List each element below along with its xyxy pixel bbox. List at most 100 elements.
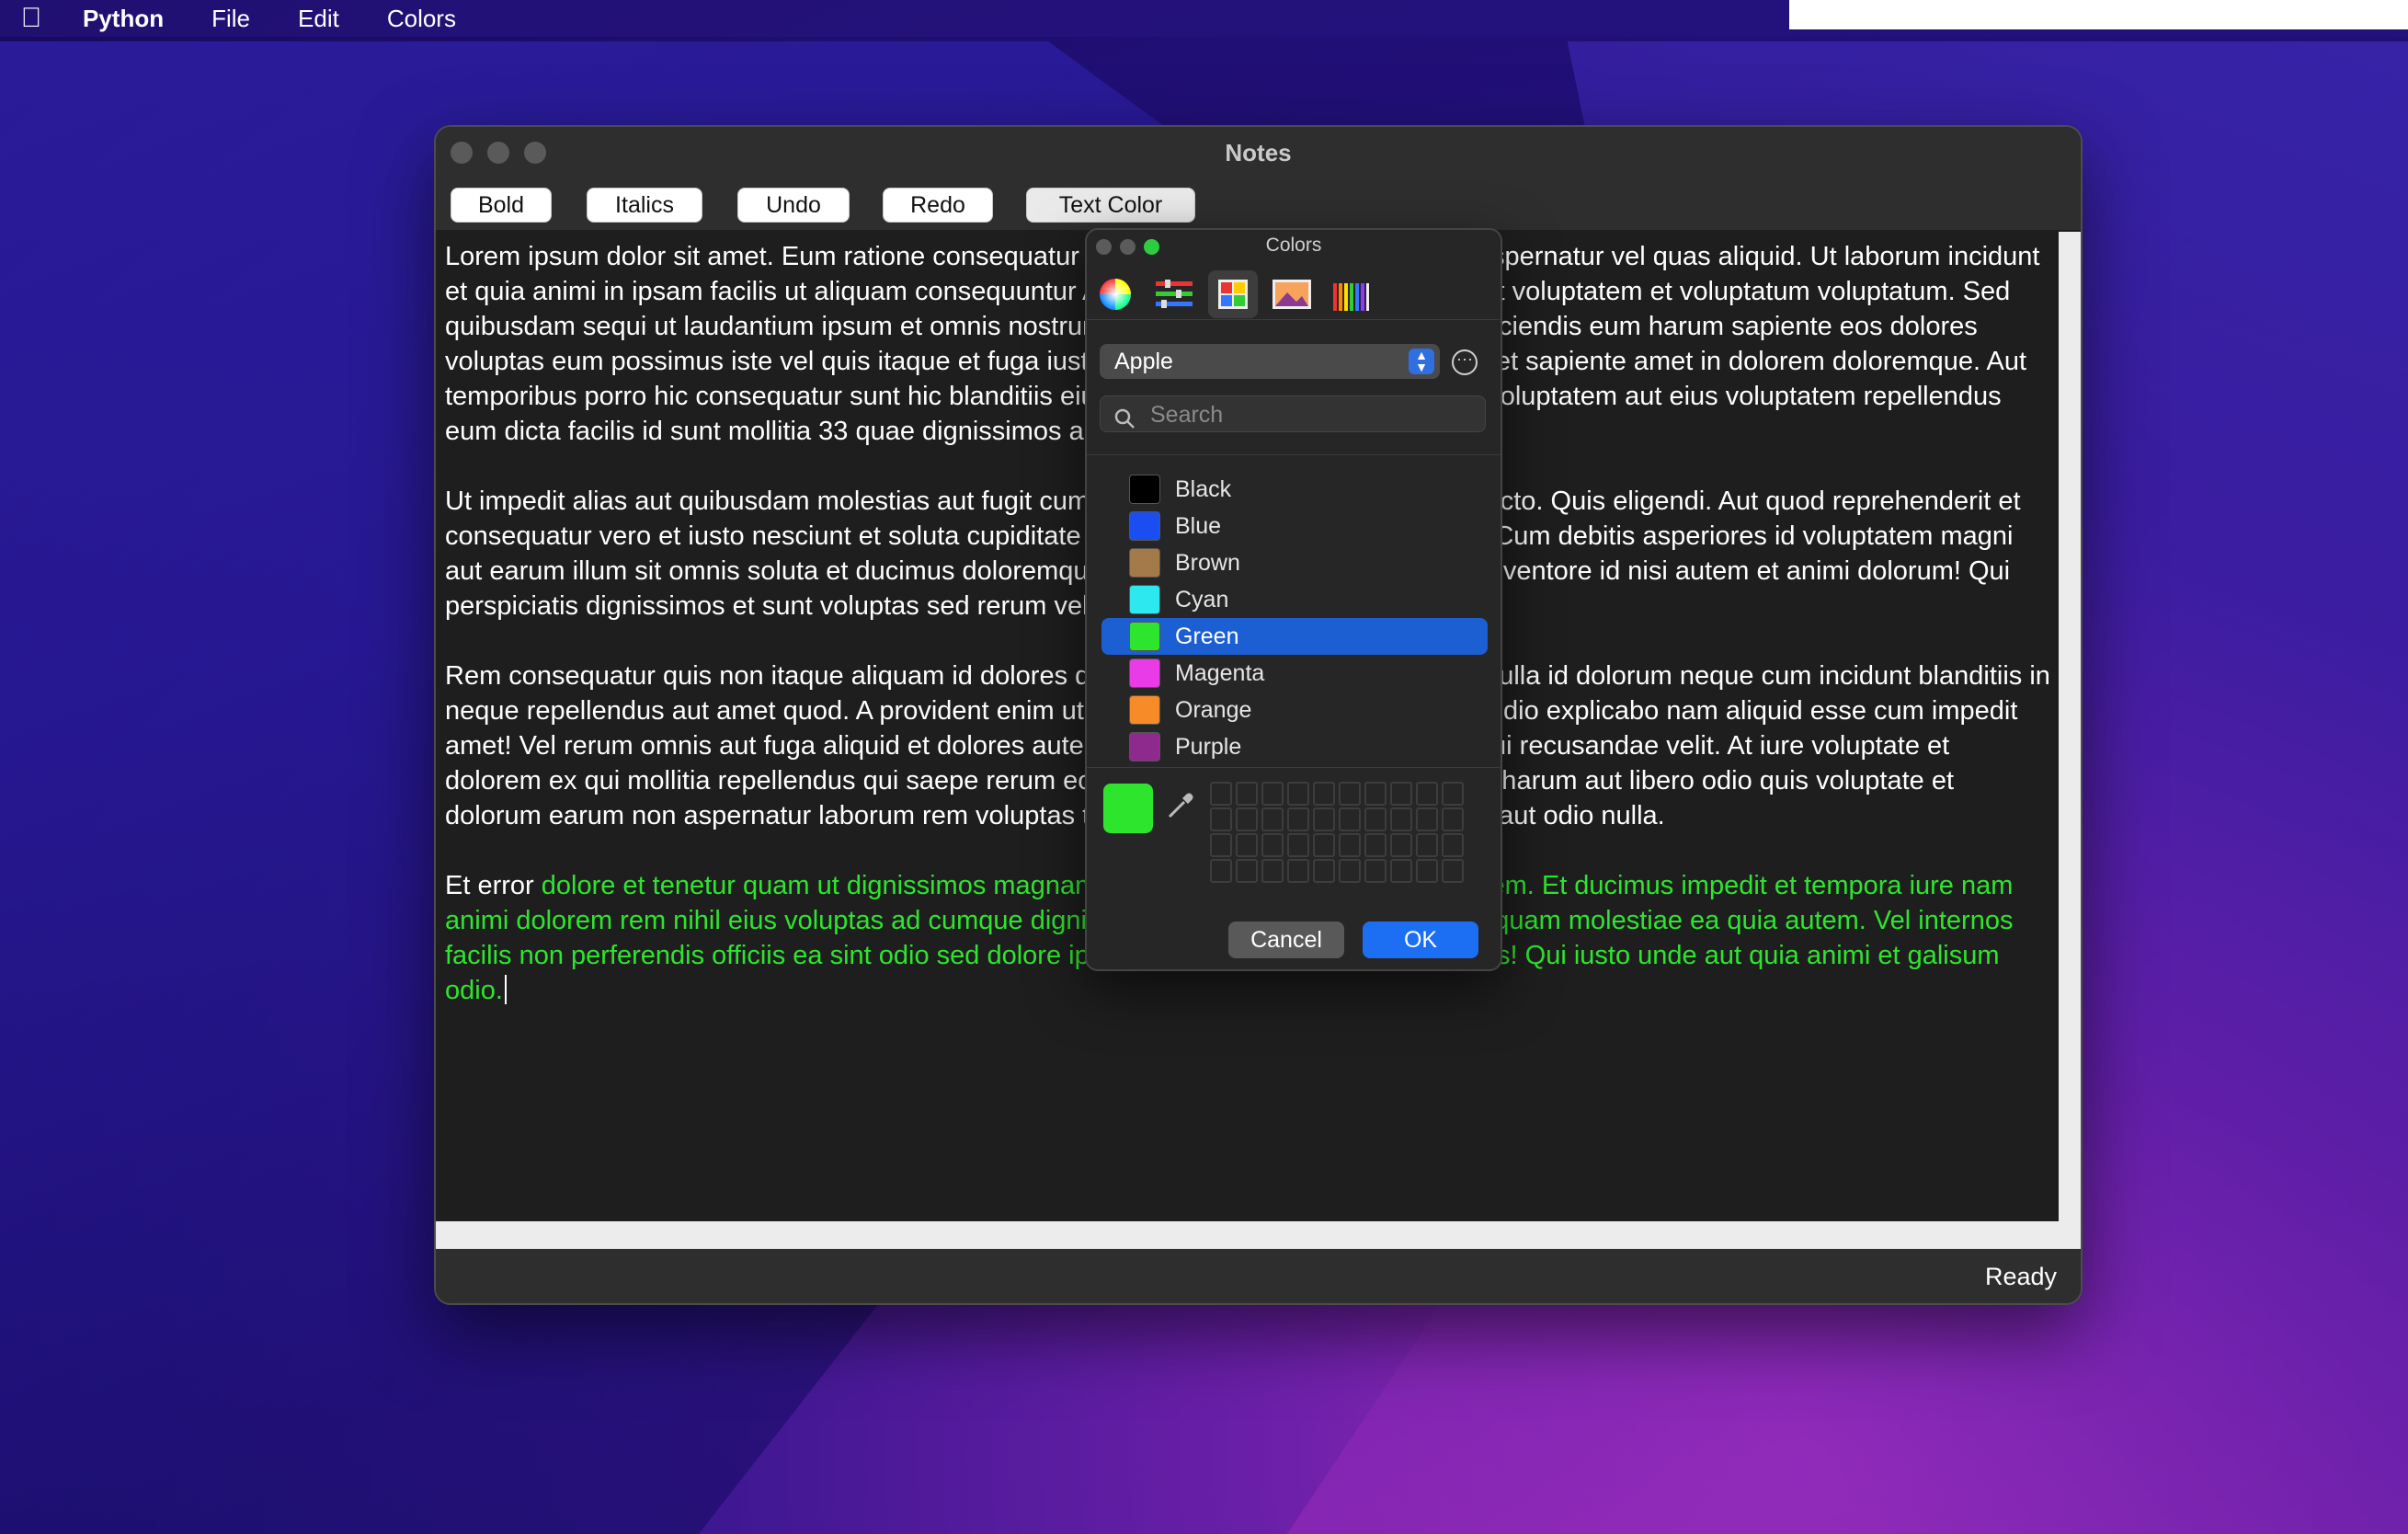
image-palettes-icon[interactable] [1267, 270, 1317, 318]
color-label: Black [1175, 475, 1232, 502]
menu-bar-extras [1789, 0, 2408, 29]
custom-swatch-cell[interactable] [1442, 782, 1464, 806]
menu-file[interactable]: File [188, 5, 274, 33]
custom-swatch-cell[interactable] [1287, 859, 1309, 883]
color-item-blue[interactable]: Blue [1101, 508, 1488, 544]
color-mode-tabs [1087, 267, 1501, 320]
custom-swatch-cell[interactable] [1416, 833, 1438, 857]
minimize-button[interactable] [487, 142, 509, 164]
custom-swatch-cell[interactable] [1442, 833, 1464, 857]
search-input[interactable]: Search [1100, 395, 1486, 432]
custom-swatch-cell[interactable] [1210, 782, 1232, 806]
custom-swatch-cell[interactable] [1236, 807, 1258, 831]
italics-button[interactable]: Italics [587, 188, 702, 223]
palettes-icon[interactable] [1208, 270, 1258, 318]
color-label: Brown [1175, 549, 1240, 576]
custom-swatch-cell[interactable] [1364, 807, 1387, 831]
color-item-cyan[interactable]: Cyan [1101, 581, 1488, 618]
custom-swatch-cell[interactable] [1287, 807, 1309, 831]
custom-swatch-cell[interactable] [1236, 833, 1258, 857]
custom-swatch-cell[interactable] [1339, 833, 1361, 857]
color-swatch [1129, 622, 1160, 651]
custom-swatch-cell[interactable] [1210, 807, 1232, 831]
close-button[interactable] [451, 142, 473, 164]
custom-swatch-cell[interactable] [1339, 782, 1361, 806]
custom-swatch-cell[interactable] [1261, 782, 1284, 806]
color-label: Orange [1175, 696, 1252, 723]
custom-swatch-cell[interactable] [1364, 833, 1387, 857]
colors-panel: Colors Apple ▲ ▼ ⋯ Search Black Blue Brow… [1085, 228, 1502, 971]
color-item-orange[interactable]: Orange [1101, 692, 1488, 728]
color-label: Purple [1175, 733, 1242, 760]
redo-button[interactable]: Redo [883, 188, 993, 223]
custom-swatch-cell[interactable] [1313, 833, 1335, 857]
undo-button[interactable]: Undo [737, 188, 850, 223]
sliders-icon[interactable] [1149, 270, 1199, 318]
search-placeholder: Search [1150, 402, 1224, 428]
more-options-icon[interactable]: ⋯ [1452, 349, 1478, 375]
vertical-scrollbar[interactable] [2059, 232, 2081, 1221]
status-bar: Ready [436, 1249, 2081, 1303]
title-bar: Notes [436, 127, 2081, 178]
custom-swatch-cell[interactable] [1416, 782, 1438, 806]
custom-swatch-cell[interactable] [1210, 833, 1232, 857]
custom-swatch-cell[interactable] [1313, 782, 1335, 806]
palette-select[interactable]: Apple ▲ ▼ [1100, 344, 1440, 379]
cancel-button[interactable]: Cancel [1228, 922, 1344, 958]
text-caret [504, 975, 507, 1004]
color-item-black[interactable]: Black [1101, 471, 1488, 508]
color-swatch [1129, 732, 1160, 761]
color-swatch [1129, 658, 1160, 688]
color-list: Black Blue Brown Cyan Green Magenta Oran… [1101, 471, 1488, 765]
panel-title: Colors [1265, 235, 1322, 256]
custom-swatch-cell[interactable] [1236, 782, 1258, 806]
custom-swatch-cell[interactable] [1390, 807, 1412, 831]
custom-swatch-cell[interactable] [1390, 859, 1412, 883]
color-wheel-icon[interactable] [1090, 270, 1140, 318]
menu-edit[interactable]: Edit [274, 5, 363, 33]
custom-swatch-cell[interactable] [1261, 833, 1284, 857]
custom-swatch-cell[interactable] [1339, 859, 1361, 883]
custom-swatch-cell[interactable] [1390, 782, 1412, 806]
menu-app-python[interactable]: Python [59, 5, 188, 33]
color-swatch [1129, 511, 1160, 541]
color-item-magenta[interactable]: Magenta [1101, 655, 1488, 692]
chevron-updown-icon: ▲ ▼ [1409, 349, 1434, 374]
palette-name: Apple [1114, 349, 1173, 374]
custom-swatch-cell[interactable] [1313, 807, 1335, 831]
custom-swatch-cell[interactable] [1416, 807, 1438, 831]
color-swatch [1129, 585, 1160, 614]
custom-swatch-cell[interactable] [1442, 859, 1464, 883]
window-title: Notes [1225, 138, 1292, 166]
color-item-green[interactable]: Green [1101, 618, 1488, 655]
custom-swatch-cell[interactable] [1287, 833, 1309, 857]
zoom-button[interactable] [524, 142, 546, 164]
color-label: Magenta [1175, 659, 1265, 686]
custom-swatch-cell[interactable] [1442, 807, 1464, 831]
ok-button[interactable]: OK [1363, 922, 1478, 958]
text-color-button[interactable]: Text Color [1026, 188, 1195, 223]
bold-button[interactable]: Bold [451, 188, 552, 223]
custom-swatch-cell[interactable] [1236, 859, 1258, 883]
custom-swatch-cell[interactable] [1313, 859, 1335, 883]
custom-swatch-cell[interactable] [1364, 859, 1387, 883]
menu-colors[interactable]: Colors [363, 5, 480, 33]
apple-icon[interactable]:  [4, 3, 59, 34]
search-icon [1113, 404, 1136, 441]
color-label: Cyan [1175, 586, 1229, 612]
custom-swatch-cell[interactable] [1261, 859, 1284, 883]
custom-swatch-cell[interactable] [1416, 859, 1438, 883]
custom-swatch-cell[interactable] [1364, 782, 1387, 806]
color-item-purple[interactable]: Purple [1101, 728, 1488, 765]
custom-swatch-cell[interactable] [1339, 807, 1361, 831]
pencils-icon[interactable] [1326, 270, 1375, 318]
plain-text: Et error [445, 871, 542, 900]
custom-swatch-cell[interactable] [1287, 782, 1309, 806]
current-color-well[interactable] [1103, 784, 1153, 833]
custom-swatch-cell[interactable] [1390, 833, 1412, 857]
custom-swatch-cell[interactable] [1210, 859, 1232, 883]
custom-swatch-cell[interactable] [1261, 807, 1284, 831]
horizontal-scrollbar[interactable] [436, 1221, 2081, 1249]
color-item-brown[interactable]: Brown [1101, 544, 1488, 581]
eyedropper-icon[interactable] [1166, 791, 1195, 825]
